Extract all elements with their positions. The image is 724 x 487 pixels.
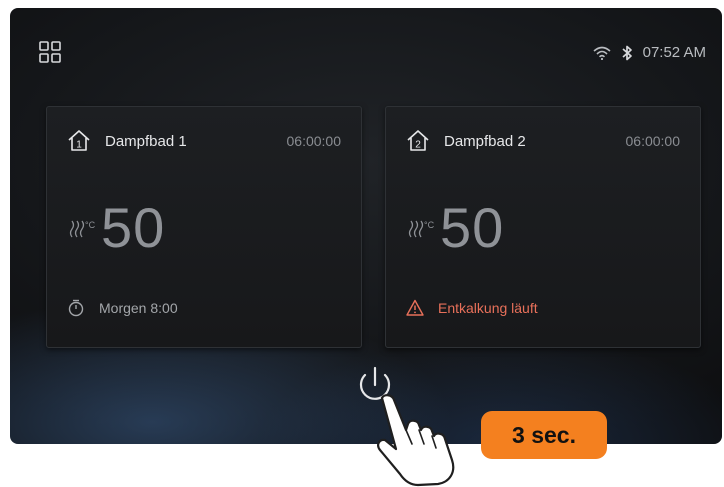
wifi-icon <box>593 46 611 60</box>
steam-icon: °C <box>408 220 435 237</box>
zone-card-1[interactable]: 1 Dampfbad 1 06:00:00 °C 50 Morgen 8:00 <box>46 106 362 348</box>
apps-grid-icon[interactable] <box>39 41 61 63</box>
temp-unit: °C <box>424 220 435 230</box>
card-header: 1 Dampfbad 1 06:00:00 <box>67 129 341 153</box>
device-screen: 07:52 AM 1 Dampfbad 1 06:00:00 °C 50 Mor… <box>10 8 722 444</box>
temperature-value: 50 <box>101 196 166 259</box>
clock: 07:52 AM <box>642 44 706 61</box>
warning-icon <box>406 299 424 316</box>
zone-card-2[interactable]: 2 Dampfbad 2 06:00:00 °C 50 Entkalkung l… <box>385 106 701 348</box>
schedule-text: Morgen 8:00 <box>99 300 178 316</box>
stopwatch-icon <box>68 299 84 317</box>
bluetooth-icon <box>622 45 632 60</box>
temperature-display: °C 50 <box>408 195 504 260</box>
decalcification-status: Entkalkung läuft <box>438 300 538 316</box>
steam-icon: °C <box>69 220 96 237</box>
temperature-value: 50 <box>440 196 505 259</box>
temp-unit: °C <box>85 220 96 230</box>
temperature-display: °C 50 <box>69 195 165 260</box>
card-footer: Morgen 8:00 <box>67 299 178 317</box>
zone-timer: 06:00:00 <box>286 133 342 149</box>
home-zone-icon: 1 <box>68 130 90 151</box>
card-header: 2 Dampfbad 2 06:00:00 <box>406 129 680 153</box>
status-indicators: 07:52 AM <box>593 44 706 61</box>
zone-title: Dampfbad 1 <box>105 132 187 150</box>
hold-duration-badge: 3 sec. <box>481 411 607 459</box>
home-zone-icon: 2 <box>407 130 429 151</box>
status-bar: 07:52 AM <box>10 8 722 63</box>
zone-title: Dampfbad 2 <box>444 132 526 150</box>
pointing-hand-icon <box>377 394 455 487</box>
zone-number: 2 <box>415 140 421 151</box>
zone-number: 1 <box>76 140 82 151</box>
card-footer: Entkalkung läuft <box>406 299 538 317</box>
zone-timer: 06:00:00 <box>625 133 681 149</box>
